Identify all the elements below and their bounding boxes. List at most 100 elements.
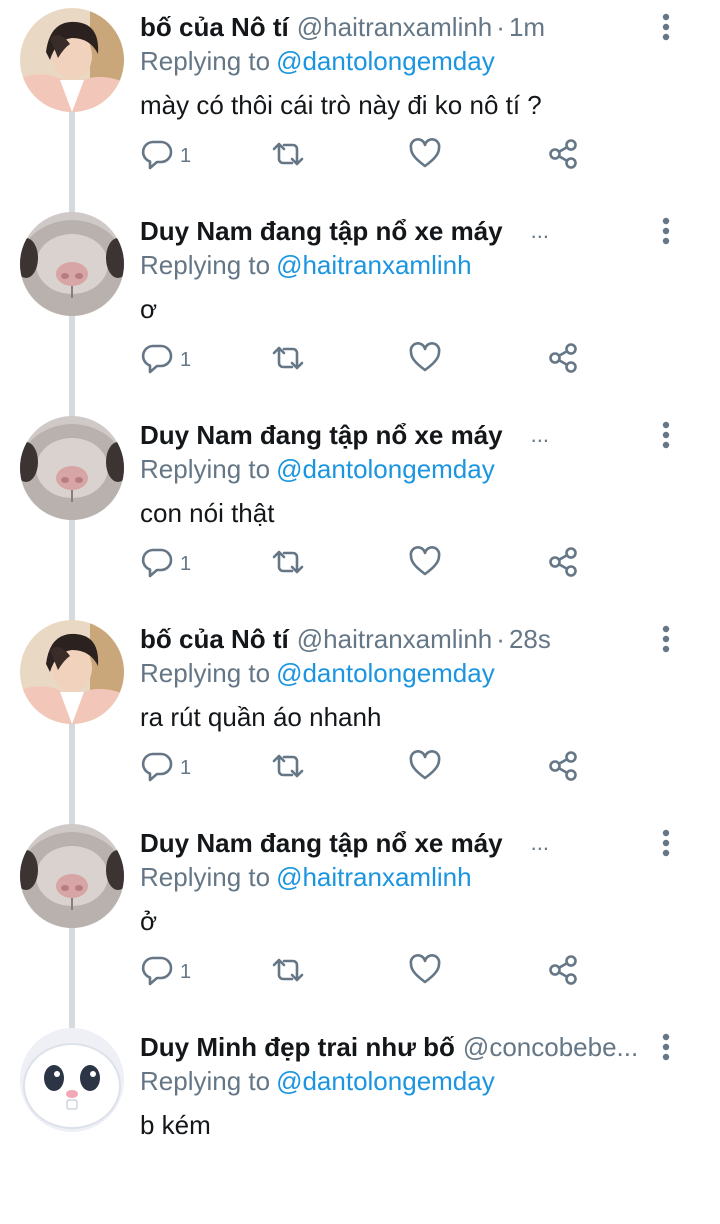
user-handle[interactable]: @haitranxamlinh [297,622,492,656]
reply-button[interactable]: 1 [140,340,191,380]
like-button[interactable] [408,748,442,788]
timestamp[interactable]: 28s [509,622,551,656]
reply-button[interactable]: 1 [140,136,191,176]
display-name[interactable]: Duy Nam đang tập nổ xe máy [140,418,503,452]
reply-count: 1 [180,144,192,167]
bunny-avatar[interactable] [20,1028,124,1132]
replying-to: Replying to @dantolongemday [140,656,495,690]
more-icon[interactable] [656,418,676,452]
replying-to-label: Replying to [140,250,271,280]
retweet-button[interactable] [270,748,306,788]
retweet-button[interactable] [270,952,306,992]
reply-icon [140,953,174,992]
reply-icon [140,137,174,176]
display-name[interactable]: bố của Nô tí [140,622,289,656]
more-icon[interactable] [656,1030,676,1064]
tweet-text: con nói thật [140,498,275,528]
retweet-button[interactable] [270,136,306,176]
replying-to: Replying to @dantolongemday [140,44,495,78]
replying-to: Replying to @haitranxamlinh [140,860,472,894]
tweet-header: Duy Nam đang tập nổ xe máy ... [140,826,660,860]
reply-icon [140,545,174,584]
retweet-icon [270,749,306,788]
retweet-icon [270,545,306,584]
share-icon [546,341,580,380]
like-button[interactable] [408,544,442,584]
timestamp[interactable]: 1m [509,10,545,44]
more-icon[interactable] [656,214,676,248]
tweet-actions: 1 [140,952,600,992]
like-button[interactable] [408,340,442,380]
share-button[interactable] [546,340,580,380]
display-name[interactable]: Duy Minh đẹp trai như bố [140,1030,455,1064]
mention-link[interactable]: @dantolongemday [276,454,495,484]
reply-icon [140,749,174,788]
reply-count: 1 [180,348,192,371]
like-icon [408,953,442,992]
display-name[interactable]: Duy Nam đang tập nổ xe máy [140,214,503,248]
more-icon[interactable] [656,622,676,656]
replying-to: Replying to @dantolongemday [140,452,495,486]
more-icon[interactable] [656,826,676,860]
like-icon [408,545,442,584]
retweet-button[interactable] [270,544,306,584]
display-name[interactable]: bố của Nô tí [140,10,289,44]
tweet-actions: 1 [140,544,600,584]
display-name[interactable]: Duy Nam đang tập nổ xe máy [140,826,503,860]
tweet[interactable]: bố của Nô tí @haitranxamlinh · 1m Replyi… [0,0,720,204]
more-icon[interactable] [656,10,676,44]
mention-link[interactable]: @dantolongemday [276,658,495,688]
like-icon [408,749,442,788]
replying-to-label: Replying to [140,658,271,688]
boy-avatar[interactable] [20,8,124,112]
tweet-text: b kém [140,1110,211,1140]
replying-to-label: Replying to [140,1066,271,1096]
mention-link[interactable]: @dantolongemday [276,1066,495,1096]
hamster-avatar[interactable] [20,212,124,316]
replying-to-label: Replying to [140,862,271,892]
share-button[interactable] [546,136,580,176]
replying-to-label: Replying to [140,454,271,484]
tweet-actions: 1 [140,748,600,788]
replying-to: Replying to @haitranxamlinh [140,248,472,282]
retweet-icon [270,953,306,992]
mention-link[interactable]: @haitranxamlinh [276,862,471,892]
share-button[interactable] [546,952,580,992]
tweet-header: Duy Nam đang tập nổ xe máy ... [140,214,660,248]
share-icon [546,953,580,992]
like-icon [408,341,442,380]
tweet-actions: 1 [140,340,600,380]
mention-link[interactable]: @dantolongemday [276,46,495,76]
boy-avatar[interactable] [20,620,124,724]
like-button[interactable] [408,952,442,992]
tweet[interactable]: Duy Nam đang tập nổ xe máy ... Replying … [0,408,720,612]
tweet-text: ơ [140,294,158,324]
reply-button[interactable]: 1 [140,748,191,788]
tweet[interactable]: Duy Nam đang tập nổ xe máy ... Replying … [0,204,720,408]
share-button[interactable] [546,748,580,788]
separator-dot: · [496,12,505,42]
tweet[interactable]: Duy Minh đẹp trai như bố @concobebe... R… [0,1020,720,1224]
mention-link[interactable]: @haitranxamlinh [276,250,471,280]
retweet-button[interactable] [270,340,306,380]
reply-button[interactable]: 1 [140,544,191,584]
like-icon [408,137,442,176]
user-handle[interactable]: @concobebe... [463,1030,638,1064]
tweet[interactable]: bố của Nô tí @haitranxamlinh · 28s Reply… [0,612,720,816]
truncation-ellipsis: ... [530,422,549,447]
user-handle[interactable]: @haitranxamlinh [297,10,492,44]
tweet[interactable]: Duy Nam đang tập nổ xe máy ... Replying … [0,816,720,1020]
separator-dot: · [496,624,505,654]
reply-button[interactable]: 1 [140,952,191,992]
truncation-ellipsis: ... [530,830,549,855]
hamster-avatar[interactable] [20,824,124,928]
hamster-avatar[interactable] [20,416,124,520]
retweet-icon [270,137,306,176]
like-button[interactable] [408,136,442,176]
reply-count: 1 [180,756,192,779]
tweet-header: Duy Minh đẹp trai như bố @concobebe... [140,1030,660,1064]
share-icon [546,545,580,584]
tweet-text: ở [140,906,158,936]
tweet-header: Duy Nam đang tập nổ xe máy ... [140,418,660,452]
share-button[interactable] [546,544,580,584]
